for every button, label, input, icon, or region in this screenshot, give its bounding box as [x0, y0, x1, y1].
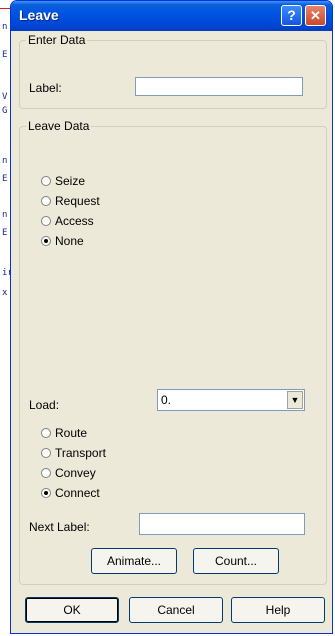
next-label-input[interactable]: [139, 513, 305, 535]
help-button[interactable]: Help: [231, 597, 325, 623]
radio-transport[interactable]: Transport: [41, 446, 106, 460]
radio-label: Access: [55, 214, 94, 228]
radio-button-icon[interactable]: [41, 176, 51, 186]
background-text: n: [2, 22, 8, 32]
radio-button-icon[interactable]: [41, 196, 51, 206]
next-label-caption: Next Label:: [29, 520, 90, 534]
radio-convey[interactable]: Convey: [41, 466, 96, 480]
radio-connect[interactable]: Connect: [41, 486, 100, 500]
radio-label: Transport: [55, 446, 106, 460]
radio-button-icon[interactable]: [41, 216, 51, 226]
background-text: E: [2, 50, 8, 60]
radio-label: None: [55, 234, 84, 248]
background-divider: [0, 8, 10, 9]
radio-label: Request: [55, 194, 100, 208]
count-button[interactable]: Count...: [193, 548, 279, 574]
enter-data-legend: Enter Data: [28, 33, 86, 47]
label-input[interactable]: [135, 77, 303, 96]
background-text: n: [2, 210, 8, 220]
ok-button[interactable]: OK: [25, 597, 119, 623]
background-text: V: [2, 92, 8, 102]
radio-label: Convey: [55, 466, 96, 480]
radio-none[interactable]: None: [41, 234, 84, 248]
cancel-button[interactable]: Cancel: [129, 597, 223, 623]
background-text: n: [2, 156, 8, 166]
leave-dialog: Leave ? ✕ Enter Data Label: Leave Data S…: [10, 0, 333, 634]
radio-seize[interactable]: Seize: [41, 174, 85, 188]
radio-button-checked-icon[interactable]: [41, 236, 51, 246]
enter-data-group: Enter Data: [19, 33, 327, 109]
load-select-value: 0.: [161, 393, 172, 407]
animate-button[interactable]: Animate...: [91, 548, 177, 574]
background-text: E: [2, 228, 8, 238]
background-text: G: [2, 106, 8, 116]
close-button[interactable]: ✕: [305, 5, 326, 26]
leave-data-legend: Leave Data: [28, 119, 90, 133]
background-text: E: [2, 174, 8, 184]
radio-button-icon[interactable]: [41, 448, 51, 458]
radio-button-checked-icon[interactable]: [41, 488, 51, 498]
radio-request[interactable]: Request: [41, 194, 100, 208]
load-caption: Load:: [29, 398, 60, 412]
radio-route[interactable]: Route: [41, 426, 87, 440]
background-text: x: [2, 288, 8, 298]
label-caption: Label:: [29, 81, 62, 95]
help-title-button[interactable]: ?: [281, 5, 302, 26]
title-bar[interactable]: Leave ? ✕: [11, 1, 332, 31]
dropdown-arrow-icon[interactable]: ▼: [287, 391, 303, 409]
dialog-title: Leave: [19, 7, 59, 23]
radio-button-icon[interactable]: [41, 428, 51, 438]
radio-label: Connect: [55, 486, 100, 500]
radio-access[interactable]: Access: [41, 214, 94, 228]
radio-button-icon[interactable]: [41, 468, 51, 478]
radio-label: Seize: [55, 174, 86, 188]
radio-label: Route: [55, 426, 88, 440]
load-select[interactable]: 0. ▼: [157, 389, 305, 411]
